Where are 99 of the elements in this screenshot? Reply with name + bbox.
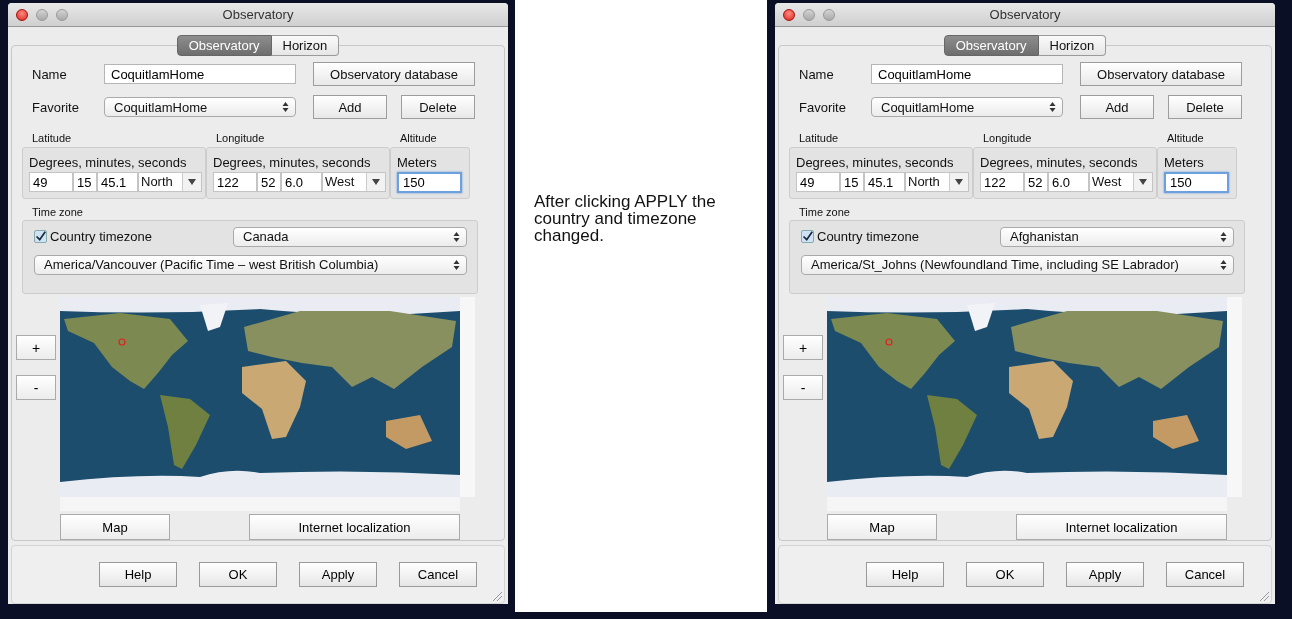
favorite-dropdown[interactable]: CoquitlamHome (104, 97, 296, 117)
dropdown-arrow-icon (1139, 179, 1147, 186)
degrees-field[interactable]: 49 (796, 172, 840, 193)
zoom-button[interactable]: - (783, 375, 823, 400)
dropdown-arrow-icon (955, 179, 963, 186)
timezone-dropdown[interactable]: America/St_Johns (Newfoundland Time, including SE Labrador) (801, 254, 1234, 275)
tab[interactable]: Observatory (176, 35, 272, 56)
section-label: Latitude (799, 132, 839, 144)
hemisphere-dropdown[interactable]: West (1089, 172, 1153, 193)
map-tab-button[interactable]: Internet localization (249, 514, 460, 540)
field-label: Name (798, 66, 835, 82)
degrees-field[interactable]: 122 (980, 172, 1024, 193)
updown-arrows-icon (1220, 258, 1227, 271)
section-label: Time zone (799, 205, 851, 218)
favorite-dropdown[interactable]: CoquitlamHome (871, 97, 1063, 117)
section-label: Latitude (32, 132, 72, 144)
hemisphere-dropdown[interactable]: West (322, 172, 386, 193)
tab[interactable]: Observatory (943, 35, 1039, 56)
dialog-button[interactable]: Apply (299, 562, 377, 587)
country-dropdown[interactable]: Afghanistan (1000, 226, 1234, 247)
section-label: Longitude (983, 132, 1032, 144)
group-caption: Meters (397, 155, 438, 171)
resize-grip-icon (1259, 591, 1269, 601)
zoom-button[interactable]: - (16, 375, 56, 400)
map-tab-button[interactable]: Map (60, 514, 170, 540)
updown-arrows-icon (1220, 230, 1227, 243)
tab[interactable]: Horizon (271, 35, 340, 56)
dropdown-arrow-icon (372, 179, 380, 186)
note-text: After clicking APPLY the country and timezone changed. (534, 193, 717, 244)
hemisphere-dropdown[interactable]: North (905, 172, 969, 193)
group-caption: Degrees, minutes, seconds (796, 155, 955, 171)
dialog-button[interactable]: Help (866, 562, 944, 587)
observatory-database-button[interactable]: Observatory database (313, 62, 475, 86)
zoom-button[interactable]: + (783, 335, 823, 360)
group-caption: Meters (1164, 155, 1205, 171)
section-label: Altitude (400, 132, 437, 144)
minutes-field[interactable]: 52 (257, 172, 281, 193)
minutes-field[interactable]: 15 (840, 172, 864, 193)
updown-arrows-icon (453, 258, 460, 271)
name-field[interactable]: CoquitlamHome (104, 64, 296, 84)
checkbox[interactable] (34, 230, 47, 244)
map-tab-button[interactable]: Internet localization (1016, 514, 1227, 540)
dialog-button[interactable]: Cancel (1166, 562, 1244, 587)
dialog-button[interactable]: Apply (1066, 562, 1144, 587)
dialog-button[interactable]: OK (199, 562, 277, 587)
zoom-button[interactable] (56, 8, 68, 21)
section-label: Time zone (32, 205, 84, 218)
country-dropdown[interactable]: Canada (233, 226, 467, 247)
hemisphere-dropdown[interactable]: North (138, 172, 202, 193)
close-button[interactable] (16, 8, 28, 21)
add-button[interactable]: Add (313, 95, 387, 119)
dialog-button[interactable]: Cancel (399, 562, 477, 587)
degrees-field[interactable]: 49 (29, 172, 73, 193)
zoom-button[interactable] (823, 8, 835, 21)
degrees-field[interactable]: 122 (213, 172, 257, 193)
dialog-button[interactable]: OK (966, 562, 1044, 587)
group-caption: Degrees, minutes, seconds (980, 155, 1139, 171)
field-label: Favorite (798, 99, 847, 115)
checkbox[interactable] (801, 230, 814, 244)
minutes-field[interactable]: 52 (1024, 172, 1048, 193)
dropdown-arrow-icon (188, 179, 196, 186)
close-button[interactable] (783, 8, 795, 21)
add-button[interactable]: Add (1080, 95, 1154, 119)
minimize-button[interactable] (36, 8, 48, 21)
seconds-field[interactable]: 6.0 (281, 172, 322, 193)
group-caption: Degrees, minutes, seconds (213, 155, 372, 171)
minutes-field[interactable]: 15 (73, 172, 97, 193)
checkbox-label[interactable]: Country timezone (817, 229, 919, 245)
altitude-field[interactable]: 150 (397, 172, 462, 194)
field-label: Name (31, 66, 68, 82)
delete-button[interactable]: Delete (401, 95, 475, 119)
updown-arrows-icon (453, 230, 460, 243)
section-label: Longitude (216, 132, 265, 144)
minimize-button[interactable] (803, 8, 815, 21)
section-label: Altitude (1167, 132, 1204, 144)
field-label: Favorite (31, 99, 80, 115)
window-title: Observatory (989, 7, 1061, 22)
seconds-field[interactable]: 45.1 (864, 172, 905, 193)
world-map-drawing[interactable] (60, 297, 460, 497)
updown-arrows-icon (282, 101, 289, 113)
zoom-button[interactable]: + (16, 335, 56, 360)
seconds-field[interactable]: 6.0 (1048, 172, 1089, 193)
tab[interactable]: Horizon (1038, 35, 1107, 56)
checkbox-label[interactable]: Country timezone (50, 229, 152, 245)
resize-grip-icon (492, 591, 502, 601)
map-tab-button[interactable]: Map (827, 514, 937, 540)
seconds-field[interactable]: 45.1 (97, 172, 138, 193)
name-field[interactable]: CoquitlamHome (871, 64, 1063, 84)
group-caption: Degrees, minutes, seconds (29, 155, 188, 171)
world-map-drawing[interactable] (827, 297, 1227, 497)
window-title: Observatory (222, 7, 294, 22)
dialog-button[interactable]: Help (99, 562, 177, 587)
altitude-field[interactable]: 150 (1164, 172, 1229, 194)
timezone-dropdown[interactable]: America/Vancouver (Pacific Time – west British Columbia) (34, 254, 467, 275)
vertical-scrollbar[interactable] (460, 297, 475, 497)
updown-arrows-icon (1049, 101, 1056, 113)
observatory-database-button[interactable]: Observatory database (1080, 62, 1242, 86)
delete-button[interactable]: Delete (1168, 95, 1242, 119)
vertical-scrollbar[interactable] (1227, 297, 1242, 497)
